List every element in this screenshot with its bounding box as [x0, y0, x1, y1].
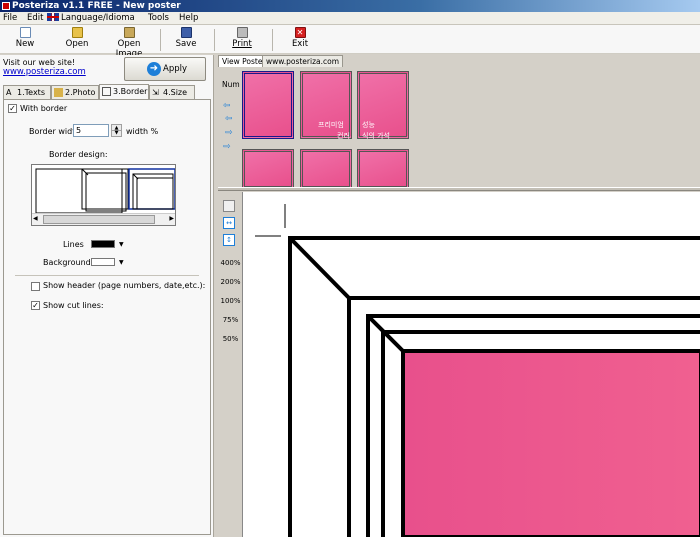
scroll-right-icon[interactable]: ▶ — [169, 215, 174, 222]
tab-texts-label: 1.Texts — [17, 88, 45, 97]
folder-icon — [71, 27, 83, 38]
background-color-swatch[interactable] — [91, 258, 115, 266]
toolbar-separator — [214, 29, 215, 51]
show-header-label: Show header (page numbers, date,etc.): — [43, 281, 206, 290]
title-bar: Posteriza v1.1 FREE - New poster — [0, 0, 700, 12]
open-image-button[interactable]: Open Image — [103, 27, 155, 59]
website-link[interactable]: www.posteriza.com — [3, 67, 86, 77]
border-designs-preview — [35, 168, 175, 214]
lines-color-swatch[interactable] — [91, 240, 115, 248]
apply-button[interactable]: ➜ Apply — [124, 57, 206, 81]
new-label: New — [15, 39, 35, 49]
arrow-left-icon[interactable]: ⇦ — [223, 101, 231, 111]
background-label: Background — [43, 258, 91, 267]
menu-bar: File Edit Language/Idioma Tools Help — [0, 12, 700, 25]
poster-tile-4[interactable] — [242, 149, 294, 189]
tab-size[interactable]: ⇲ 4.Size — [149, 85, 195, 99]
poster-tile-6[interactable] — [357, 149, 409, 189]
scroll-left-icon[interactable]: ◀ — [33, 215, 38, 222]
zoom-200[interactable]: 200% — [220, 278, 241, 286]
floppy-disk-icon — [180, 27, 192, 38]
menu-tools[interactable]: Tools — [148, 12, 169, 25]
new-document-icon — [19, 27, 31, 38]
save-label: Save — [175, 39, 197, 49]
with-border-checkbox[interactable]: ✓ — [8, 104, 17, 113]
border-width-input[interactable] — [73, 124, 109, 137]
menu-language[interactable]: Language/Idioma — [47, 12, 135, 25]
print-button[interactable]: Print — [226, 27, 258, 53]
app-icon — [2, 2, 10, 10]
lines-label: Lines — [63, 240, 84, 249]
poster-text-1: 프리미엄 — [318, 121, 344, 129]
print-label: Print — [232, 39, 252, 49]
chevron-down-icon[interactable]: ▼ — [119, 241, 124, 248]
tab-size-label: 4.Size — [163, 88, 188, 97]
scrollbar-thumb[interactable] — [43, 215, 155, 224]
arrow-left-small-icon[interactable]: ⇦ — [225, 114, 233, 124]
fit-page-icon[interactable] — [223, 200, 235, 212]
tab-texts[interactable]: A 1.Texts — [3, 85, 51, 99]
tab-photo[interactable]: 2.Photo — [51, 85, 99, 99]
toolbar-separator — [160, 29, 161, 51]
toolbar-separator — [272, 29, 273, 51]
toolbar: New Open Open Image Save Print ✕ Exit — [0, 25, 700, 59]
menu-help[interactable]: Help — [179, 12, 198, 25]
menu-edit[interactable]: Edit — [27, 12, 43, 25]
website-prompt: Visit our web site! — [3, 58, 76, 67]
arrow-right-icon[interactable]: ⇨ — [223, 142, 231, 152]
design-scrollbar[interactable]: ◀ ▶ — [32, 213, 175, 225]
tab-border-label: 3.Border — [113, 87, 148, 96]
exit-button[interactable]: ✕ Exit — [285, 27, 315, 53]
uk-flag-icon — [47, 13, 59, 21]
tab-border[interactable]: 3.Border — [99, 84, 149, 99]
menu-file[interactable]: File — [3, 12, 17, 25]
chevron-down-icon[interactable]: ▼ — [119, 259, 124, 266]
poster-tile-5[interactable] — [300, 149, 352, 189]
spin-down-icon[interactable]: ▼ — [112, 131, 121, 136]
zoom-50[interactable]: 50% — [220, 335, 241, 343]
fit-height-icon[interactable]: ↕ — [223, 234, 235, 246]
zoom-75[interactable]: 75% — [220, 316, 241, 324]
arrow-right-small-icon[interactable]: ⇨ — [225, 128, 233, 138]
open-button[interactable]: Open — [60, 27, 94, 53]
fit-width-icon[interactable]: ↔ — [223, 217, 235, 229]
border-design-label: Border design: — [49, 150, 108, 159]
poster-text-1b: 성능 — [362, 121, 375, 129]
menu-language-label: Language/Idioma — [61, 13, 135, 23]
border-width-spinner[interactable]: ▲ ▼ — [111, 124, 122, 137]
splitter[interactable] — [218, 187, 700, 191]
poster-canvas[interactable] — [242, 192, 700, 537]
arrow-right-icon: ➜ — [147, 62, 161, 76]
poster-text-2: 컨러 — [337, 132, 350, 140]
with-border-label: With border — [20, 104, 68, 113]
border-icon — [102, 87, 111, 96]
close-icon: ✕ — [294, 27, 306, 38]
save-button[interactable]: Save — [171, 27, 201, 53]
open-label: Open — [65, 39, 89, 49]
window-title: Posteriza v1.1 FREE - New poster — [12, 1, 181, 11]
num-label: Num — [222, 80, 240, 89]
photo-icon — [54, 88, 63, 97]
show-cut-lines-label: Show cut lines: — [43, 301, 104, 310]
show-header-checkbox[interactable] — [31, 282, 40, 291]
show-cut-lines-checkbox[interactable]: ✓ — [31, 301, 40, 310]
zoom-400[interactable]: 400% — [220, 259, 241, 267]
divider — [15, 275, 199, 276]
new-button[interactable]: New — [10, 27, 40, 53]
printer-icon — [236, 27, 248, 38]
image-icon — [123, 27, 135, 38]
tab-website[interactable]: www.posteriza.com — [262, 55, 344, 67]
border-width-unit: width % — [126, 127, 159, 136]
poster-text-2b: 식의 가석 — [362, 132, 390, 140]
apply-label: Apply — [163, 64, 187, 74]
font-icon: A — [6, 88, 12, 97]
resize-icon: ⇲ — [152, 88, 159, 97]
zoom-100[interactable]: 100% — [220, 297, 241, 305]
poster-tile-1[interactable] — [242, 71, 294, 139]
poster-preview — [255, 204, 700, 537]
tab-photo-label: 2.Photo — [65, 88, 96, 97]
exit-label: Exit — [291, 39, 309, 49]
